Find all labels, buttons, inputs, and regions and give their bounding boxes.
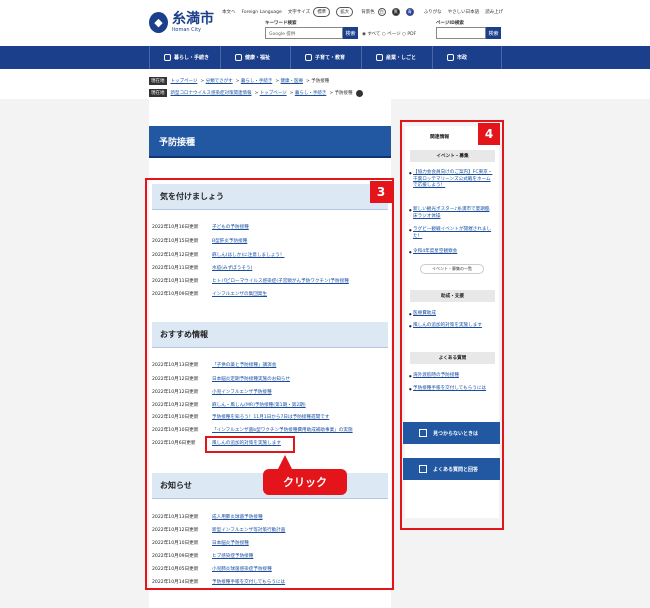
highlight-box-main [145, 178, 394, 590]
click-callout: クリック [263, 469, 347, 495]
page-id-label: ページID検索 [436, 21, 464, 26]
breadcrumb-link[interactable]: 分類でさがす [206, 78, 233, 84]
city-name-en: Itoman City [172, 27, 201, 33]
font-size-label: 文字サイズ [287, 10, 311, 15]
close-icon[interactable] [355, 89, 363, 97]
nav-label: 産業・しごと [386, 55, 417, 61]
callout-pointer [278, 455, 292, 469]
heart-icon [235, 54, 242, 61]
breadcrumb-current: 予防接種 [311, 79, 330, 84]
nav-living[interactable]: 暮らし・手続き [149, 46, 220, 69]
breadcrumb-link[interactable]: 新型コロナウイルス感染症対策関連情報 [171, 90, 252, 96]
bg-black-button[interactable]: 黒 [391, 8, 400, 16]
radio-pdf[interactable]: PDF [407, 32, 416, 37]
breadcrumb-link[interactable]: トップページ [171, 78, 198, 84]
font-large-button[interactable]: 拡大 [336, 7, 354, 17]
site-logo[interactable]: ◆ 糸満市 Itoman City [149, 12, 214, 33]
radio-page[interactable]: ページ [387, 32, 400, 37]
keyword-search-label: キーワード検索 [265, 21, 297, 26]
skip-link[interactable]: 本文へ [222, 9, 236, 15]
bg-color-label: 背景色 [361, 10, 375, 15]
foreign-language-link[interactable]: Foreign Language [242, 10, 282, 15]
nav-industry[interactable]: 産業・しごと [361, 46, 432, 69]
breadcrumb-link[interactable]: トップページ [260, 90, 287, 96]
city-emblem-icon: ◆ [149, 12, 168, 33]
site-header: ◆ 糸満市 Itoman City 本文へ Foreign Language 文… [0, 0, 650, 46]
page-id-button[interactable]: 検索 [486, 27, 501, 39]
keyword-search-input[interactable]: Google 提供 [265, 27, 343, 39]
radio-all[interactable]: すべて [367, 32, 380, 37]
breadcrumb-current: 予防接種 [334, 91, 353, 96]
breadcrumb-link[interactable]: 暮らし・手続き [241, 78, 273, 84]
breadcrumb-tag: 現在地 [149, 89, 167, 97]
nav-childcare[interactable]: 子育て・教育 [290, 46, 361, 69]
utility-bar: 本文へ Foreign Language 文字サイズ 標準 拡大 背景色 白 黒… [222, 7, 509, 17]
bg-blue-button[interactable]: 青 [405, 8, 414, 16]
breadcrumb: 現在地 トップページ > 分類でさがす > 暮らし・手続き > 健康・医療 > 予防接種 [149, 77, 330, 85]
house-icon [164, 54, 171, 61]
read-aloud-button[interactable]: 読み上げ [485, 9, 503, 15]
keyword-search-button[interactable]: 検索 [343, 27, 358, 39]
building-icon [447, 54, 454, 61]
nav-label: 子育て・教育 [315, 55, 346, 61]
search-scope-radios[interactable]: ◉ すべて ○ ページ ○ PDF [362, 31, 416, 37]
briefcase-icon [376, 54, 383, 61]
child-icon [305, 54, 312, 61]
page-id-input[interactable] [436, 27, 486, 39]
nav-label: 暮らし・手続き [174, 55, 210, 61]
nav-city-government[interactable]: 市政 [432, 46, 502, 69]
bg-white-button[interactable]: 白 [377, 8, 386, 16]
breadcrumb-link[interactable]: 暮らし・手続き [295, 90, 327, 96]
annotation-badge-4: 4 [478, 123, 500, 145]
nav-label: 市政 [457, 55, 468, 61]
font-standard-button[interactable]: 標準 [313, 7, 331, 17]
highlight-box-sidebar [400, 120, 504, 530]
page-title: 予防接種 [149, 126, 391, 158]
breadcrumb-tag: 現在地 [149, 77, 167, 85]
easy-japanese-button[interactable]: やさしい日本語 [448, 9, 480, 15]
breadcrumb-link[interactable]: 健康・医療 [281, 78, 304, 84]
nav-health[interactable]: 健康・福祉 [220, 46, 290, 69]
furigana-button[interactable]: ふりがな [424, 9, 442, 15]
global-nav: 暮らし・手続き 健康・福祉 子育て・教育 産業・しごと 市政 [0, 46, 650, 69]
city-name: 糸満市 [172, 11, 214, 27]
annotation-badge-3: 3 [370, 181, 392, 203]
nav-label: 健康・福祉 [245, 55, 271, 61]
click-target-highlight [205, 436, 295, 453]
breadcrumb: 現在地 新型コロナウイルス感染症対策関連情報 > トップページ > 暮らし・手続き >… [149, 89, 363, 97]
